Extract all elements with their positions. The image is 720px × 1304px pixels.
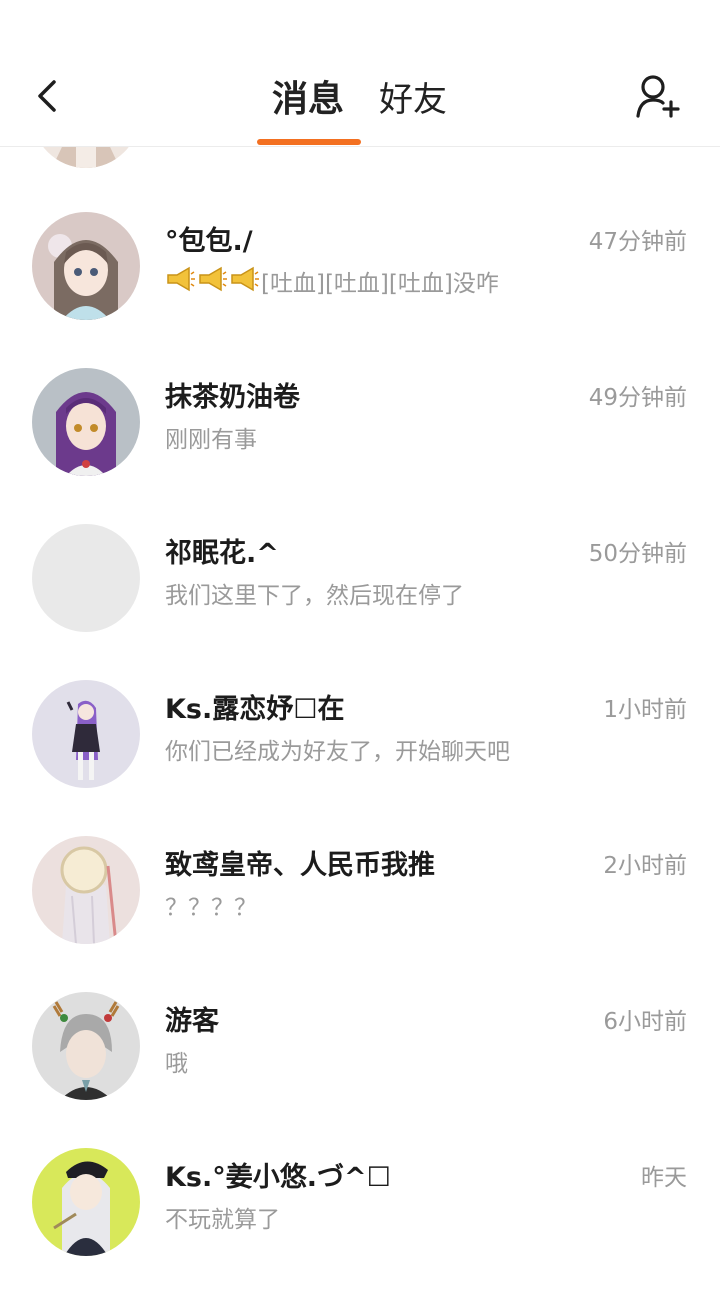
back-button[interactable] bbox=[22, 70, 72, 126]
message-time: 47分钟前 bbox=[588, 229, 687, 255]
avatar[interactable] bbox=[32, 992, 140, 1100]
contact-name: Ks.露恋妤☐在 bbox=[165, 694, 345, 725]
list-item[interactable]: 致鸢皇帝、人民币我推 2小时前 ？？？？ bbox=[0, 836, 720, 992]
message-preview: ？？？？ bbox=[165, 895, 257, 921]
list-item[interactable]: 游客 6小时前 哦 bbox=[0, 992, 720, 1148]
message-preview-text: [吐血][吐血][吐血]没咋 bbox=[261, 271, 499, 297]
message-preview: 不玩就算了 bbox=[165, 1207, 280, 1233]
message-preview: 我们这里下了，然后现在停了 bbox=[165, 583, 464, 609]
message-preview: [吐血][吐血][吐血]没咋 bbox=[165, 266, 499, 302]
megaphone-emoji-icon bbox=[229, 266, 259, 303]
message-time: 2小时前 bbox=[603, 853, 687, 879]
contact-name: 游客 bbox=[165, 1006, 219, 1037]
contact-name: Ks.°姜小悠.づ^☐ bbox=[165, 1162, 391, 1193]
contact-name: 致鸢皇帝、人民币我推 bbox=[165, 850, 435, 881]
message-time: 昨天 bbox=[641, 1165, 687, 1191]
message-time: 49分钟前 bbox=[588, 385, 687, 411]
avatar[interactable] bbox=[32, 836, 140, 944]
message-time: 1小时前 bbox=[603, 697, 687, 723]
contact-name: 抹茶奶油卷 bbox=[165, 382, 300, 413]
contact-name: °包包./ bbox=[165, 226, 253, 257]
message-preview: 刚刚有事 bbox=[165, 427, 257, 453]
list-item[interactable]: 抹茶奶油卷 49分钟前 刚刚有事 bbox=[0, 368, 720, 524]
megaphone-emoji-icon bbox=[197, 266, 227, 303]
add-friend-button[interactable] bbox=[630, 70, 686, 126]
avatar[interactable] bbox=[32, 212, 140, 320]
avatar[interactable] bbox=[32, 680, 140, 788]
chevron-left-icon bbox=[32, 76, 62, 120]
avatar[interactable] bbox=[32, 524, 140, 632]
message-time: 6小时前 bbox=[603, 1009, 687, 1035]
list-item[interactable]: Ks.°姜小悠.づ^☐ 昨天 不玩就算了 bbox=[0, 1148, 720, 1304]
tab-friends[interactable]: 好友 bbox=[379, 74, 447, 126]
tab-messages[interactable]: 消息 bbox=[272, 74, 344, 126]
active-tab-indicator bbox=[257, 139, 361, 145]
avatar[interactable] bbox=[32, 1148, 140, 1256]
avatar[interactable] bbox=[32, 368, 140, 476]
list-item[interactable]: 祁眠花.^ 50分钟前 我们这里下了，然后现在停了 bbox=[0, 524, 720, 680]
top-navigation-bar: 消息 好友 bbox=[0, 0, 720, 147]
conversation-list: °包包./ 47分钟前 [吐血][吐血][吐血]没咋 抹茶奶油卷 49分钟前 刚… bbox=[0, 0, 720, 1280]
megaphone-emoji-icon bbox=[165, 266, 195, 303]
message-preview: 哦 bbox=[165, 1051, 188, 1077]
list-item[interactable]: Ks.露恋妤☐在 1小时前 你们已经成为好友了，开始聊天吧 bbox=[0, 680, 720, 836]
message-preview: 你们已经成为好友了，开始聊天吧 bbox=[165, 739, 510, 765]
contact-name: 祁眠花.^ bbox=[165, 538, 279, 569]
message-time: 50分钟前 bbox=[588, 541, 687, 567]
add-user-icon bbox=[634, 72, 682, 124]
list-item[interactable]: °包包./ 47分钟前 [吐血][吐血][吐血]没咋 bbox=[0, 212, 720, 368]
